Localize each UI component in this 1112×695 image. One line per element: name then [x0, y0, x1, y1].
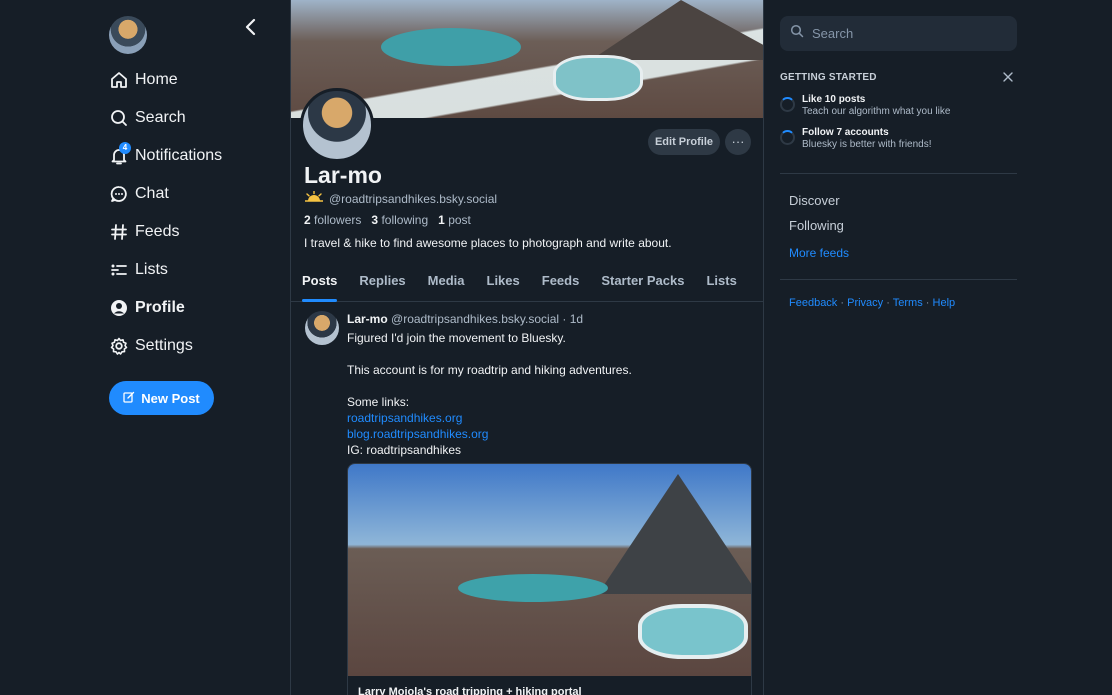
divider [780, 173, 1017, 174]
post-item[interactable]: Lar-mo @roadtripsandhikes.bsky.social · … [291, 302, 763, 695]
nav-item-label: Chat [135, 185, 169, 202]
nav-item-lists[interactable]: Lists [109, 251, 222, 289]
tab-likes[interactable]: Likes [487, 262, 520, 302]
gear-icon [109, 336, 129, 356]
post-header: Lar-mo @roadtripsandhikes.bsky.social · … [347, 312, 583, 326]
footer-link-terms[interactable]: Terms [893, 297, 923, 309]
nav-item-label: Lists [135, 261, 168, 278]
post-text-line: IG: roadtripsandhikes [347, 443, 462, 457]
profile-tabs: Posts Replies Media Likes Feeds Starter … [291, 262, 763, 302]
notification-badge: 4 [119, 142, 131, 154]
task-title: Follow 7 accounts [802, 127, 889, 138]
nav-item-feeds[interactable]: Feeds [109, 213, 222, 251]
tab-posts[interactable]: Posts [302, 262, 338, 302]
left-nav: Home Search 4 Notifications Chat Feeds L… [0, 0, 290, 695]
post-link[interactable]: blog.roadtripsandhikes.org [347, 427, 488, 441]
tab-replies[interactable]: Replies [359, 262, 405, 302]
chat-icon [109, 184, 129, 204]
task-title: Like 10 posts [802, 94, 866, 105]
nav-item-profile[interactable]: Profile [109, 289, 222, 327]
followers-link[interactable]: 2 followers [304, 213, 361, 227]
progress-ring-icon [780, 130, 795, 145]
edit-profile-button[interactable]: Edit Profile [648, 129, 720, 155]
hash-icon [109, 222, 129, 242]
profile-bio: I travel & hike to find awesome places t… [304, 236, 672, 250]
search-field[interactable] [780, 16, 1017, 51]
post-author[interactable]: Lar-mo [347, 312, 388, 326]
nav-item-home[interactable]: Home [109, 61, 222, 99]
post-avatar[interactable] [305, 311, 339, 345]
progress-ring-icon [780, 97, 795, 112]
post-text-line: This account is for my roadtrip and hiki… [347, 363, 632, 377]
task-item[interactable]: Follow 7 accounts Bluesky is better with… [780, 127, 932, 150]
display-name: Lar-mo [304, 162, 382, 188]
more-feeds-link[interactable]: More feeds [789, 246, 849, 260]
feed-link-following[interactable]: Following [789, 218, 844, 233]
bell-icon: 4 [109, 142, 131, 166]
footer-link-help[interactable]: Help [933, 297, 956, 309]
nav-item-notifications[interactable]: 4 Notifications [109, 137, 222, 175]
new-post-label: New Post [141, 390, 200, 406]
tab-lists[interactable]: Lists [706, 262, 736, 302]
profile-main: Edit Profile ··· Lar-mo @roadtripsandhik… [290, 0, 764, 695]
link-card-image [348, 464, 751, 676]
new-post-button[interactable]: New Post [109, 381, 214, 415]
search-icon [790, 24, 804, 43]
close-icon[interactable] [1001, 70, 1015, 84]
compose-icon [123, 391, 135, 406]
nav-list: Home Search 4 Notifications Chat Feeds L… [109, 61, 222, 365]
divider [780, 279, 1017, 280]
nav-item-label: Feeds [135, 223, 180, 240]
post-time: · 1d [562, 312, 584, 326]
banner-lake [381, 28, 521, 66]
list-icon [109, 260, 129, 280]
post-link[interactable]: roadtripsandhikes.org [347, 411, 462, 425]
link-card[interactable]: Larry Moiola's road tripping + hiking po… [347, 463, 752, 695]
following-link[interactable]: 3 following [371, 213, 428, 227]
post-text-line: Some links: [347, 395, 410, 409]
nav-item-label: Home [135, 71, 178, 88]
link-card-title: Larry Moiola's road tripping + hiking po… [358, 686, 582, 695]
post-handle[interactable]: @roadtripsandhikes.bsky.social [391, 312, 559, 326]
task-item[interactable]: Like 10 posts Teach our algorithm what y… [780, 94, 950, 117]
footer-link-privacy[interactable]: Privacy [847, 297, 883, 309]
nav-item-chat[interactable]: Chat [109, 175, 222, 213]
nav-item-search[interactable]: Search [109, 99, 222, 137]
search-icon [109, 108, 129, 128]
post-body: Figured I'd join the movement to Bluesky… [347, 330, 747, 458]
profile-stats: 2 followers 3 following 1 post [304, 213, 471, 227]
tab-starter-packs[interactable]: Starter Packs [601, 262, 684, 302]
more-options-button[interactable]: ··· [725, 129, 751, 155]
nav-item-label: Profile [135, 299, 185, 316]
nav-item-settings[interactable]: Settings [109, 327, 222, 365]
footer-link-feedback[interactable]: Feedback [789, 297, 837, 309]
chevron-left-icon[interactable] [240, 16, 262, 38]
task-subtitle: Bluesky is better with friends! [802, 139, 932, 150]
posts-count: 1 post [438, 213, 471, 227]
search-input[interactable] [812, 26, 1002, 41]
task-subtitle: Teach our algorithm what you like [802, 106, 951, 117]
sunrise-icon [304, 190, 324, 206]
tab-feeds[interactable]: Feeds [542, 262, 580, 302]
home-icon [109, 70, 129, 90]
nav-item-label: Search [135, 109, 186, 126]
profile-handle: @roadtripsandhikes.bsky.social [329, 191, 498, 206]
banner-pool [553, 55, 643, 101]
tab-media[interactable]: Media [428, 262, 465, 302]
avatar[interactable] [109, 16, 147, 54]
handle-row: @roadtripsandhikes.bsky.social [304, 190, 498, 206]
right-sidebar: GETTING STARTED Like 10 posts Teach our … [780, 0, 1020, 695]
footer-links: Feedback · Privacy · Terms · Help [789, 297, 956, 309]
nav-item-label: Settings [135, 337, 193, 354]
getting-started-title: GETTING STARTED [780, 72, 877, 83]
profile-avatar[interactable] [300, 88, 374, 162]
feed-link-discover[interactable]: Discover [789, 193, 840, 208]
banner-mountain [591, 0, 763, 60]
post-text-line: Figured I'd join the movement to Bluesky… [347, 331, 566, 345]
user-circle-icon [109, 298, 129, 318]
nav-item-label: Notifications [135, 147, 223, 164]
